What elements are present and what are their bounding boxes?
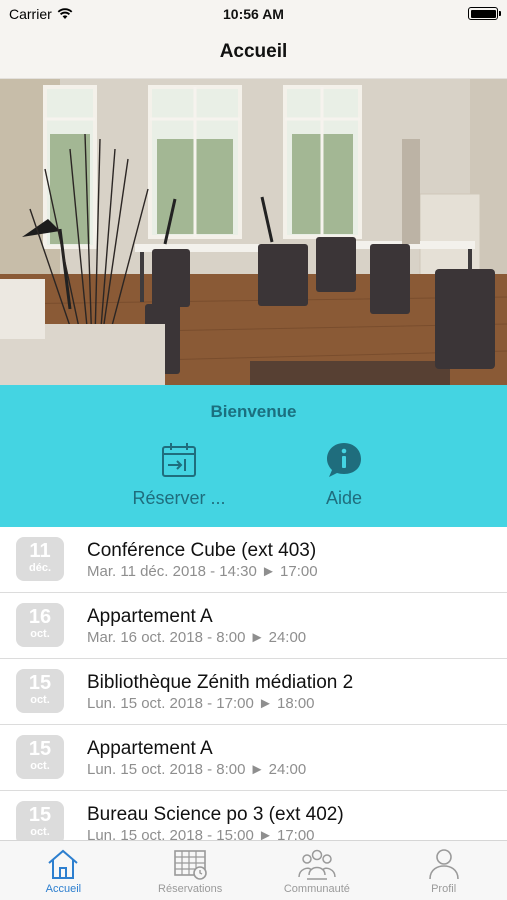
help-button[interactable]: Aide [264, 440, 424, 509]
reserve-button[interactable]: Réserver ... [99, 440, 259, 509]
reservation-title: Bureau Science po 3 (ext 402) [87, 804, 344, 825]
info-bubble-icon [327, 443, 361, 477]
tab-label: Communauté [283, 883, 350, 895]
tab-reservations[interactable]: Réservations [127, 841, 254, 900]
date-day: 15 [28, 672, 52, 694]
list-item[interactable]: 16 oct. Appartement A Mar. 16 oct. 2018 … [0, 593, 507, 659]
tab-label: Profil [431, 883, 457, 895]
reservation-detail: Mar. 16 oct. 2018 - 8:00 ► 24:00 [87, 629, 307, 646]
date-day: 15 [28, 738, 52, 760]
date-badge: 15 oct. [16, 735, 64, 779]
tab-accueil[interactable]: Accueil [0, 841, 127, 900]
date-month: oct. [30, 826, 50, 838]
person-icon [428, 849, 459, 880]
reservation-detail: Lun. 15 oct. 2018 - 8:00 ► 24:00 [87, 761, 307, 778]
date-month: oct. [30, 694, 50, 706]
calendar-enter-icon [162, 443, 196, 477]
date-badge: 15 oct. [16, 801, 64, 840]
tab-bar: Accueil Réservations Communauté Profil [0, 840, 507, 900]
reservation-list: 11 déc. Conférence Cube (ext 403) Mar. 1… [0, 527, 507, 840]
office-photo [0, 79, 507, 385]
list-item[interactable]: 15 oct. Appartement A Lun. 15 oct. 2018 … [0, 725, 507, 791]
date-badge: 16 oct. [16, 603, 64, 647]
date-month: oct. [30, 760, 50, 772]
home-icon [48, 849, 79, 879]
reservation-detail: Mar. 11 déc. 2018 - 14:30 ► 17:00 [87, 563, 318, 580]
date-day: 16 [28, 606, 52, 628]
tab-profil[interactable]: Profil [380, 841, 507, 900]
date-day: 15 [28, 804, 52, 826]
page-title: Accueil [219, 41, 288, 62]
tab-label: Réservations [158, 883, 223, 895]
calendar-grid-icon [174, 850, 207, 880]
reservation-title: Appartement A [87, 738, 213, 759]
status-time: 10:56 AM [223, 6, 284, 22]
list-item[interactable]: 15 oct. Bibliothèque Zénith médiation 2 … [0, 659, 507, 725]
status-bar: Carrier 10:56 AM [0, 0, 507, 28]
tab-label: Accueil [45, 883, 82, 895]
list-item[interactable]: 11 déc. Conférence Cube (ext 403) Mar. 1… [0, 527, 507, 593]
date-month: oct. [30, 628, 50, 640]
welcome-panel: Bienvenue Réserver ... Aide [0, 385, 507, 527]
reservation-detail: Lun. 15 oct. 2018 - 15:00 ► 17:00 [87, 827, 315, 840]
reservation-detail: Lun. 15 oct. 2018 - 17:00 ► 18:00 [87, 695, 315, 712]
hero-photo [0, 79, 507, 385]
date-badge: 15 oct. [16, 669, 64, 713]
date-badge: 11 déc. [16, 537, 64, 581]
welcome-title: Bienvenue [210, 402, 297, 421]
date-day: 11 [29, 540, 51, 562]
reservation-title: Appartement A [87, 606, 213, 627]
reservation-title: Bibliothèque Zénith médiation 2 [87, 672, 354, 693]
date-month: déc. [28, 562, 51, 574]
community-icon [298, 849, 336, 880]
tab-communaute[interactable]: Communauté [254, 841, 381, 900]
list-item[interactable]: 15 oct. Bureau Science po 3 (ext 402) Lu… [0, 791, 507, 840]
battery-icon [468, 7, 501, 20]
reserve-label: Réserver ... [132, 488, 226, 508]
reservation-title: Conférence Cube (ext 403) [87, 540, 317, 561]
help-label: Aide [325, 488, 363, 508]
navigation-bar: Accueil [0, 28, 507, 79]
